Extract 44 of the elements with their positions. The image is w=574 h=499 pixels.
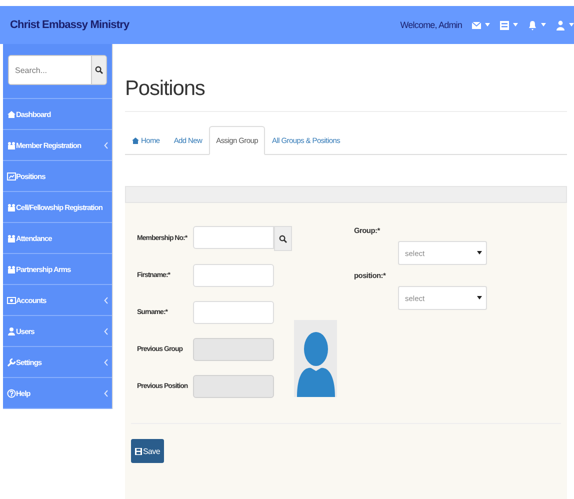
envelope-icon — [471, 20, 482, 30]
caret-icon — [569, 23, 574, 27]
envelope-menu-button[interactable] — [471, 20, 490, 30]
input-field[interactable] — [193, 226, 274, 249]
people-icon — [7, 202, 16, 212]
home-icon — [132, 137, 139, 144]
caret-icon — [541, 23, 546, 27]
list-menu-button[interactable] — [499, 20, 518, 30]
search-icon — [279, 234, 287, 242]
help-icon — [7, 388, 16, 398]
wrench-icon — [7, 358, 16, 366]
save-button[interactable]: Save — [131, 439, 164, 463]
search-button[interactable] — [274, 226, 292, 251]
chevron-icon — [104, 358, 108, 366]
chevron-icon — [104, 390, 108, 396]
brand-title[interactable]: Christ Embassy Ministry — [10, 19, 130, 31]
user-icon — [555, 20, 566, 30]
welcome-text: Welcome, Admin — [400, 20, 462, 30]
chevron-icon — [104, 328, 108, 334]
user-menu-button[interactable] — [555, 20, 574, 30]
money-icon — [7, 296, 16, 304]
page-title: Positions — [125, 77, 567, 112]
user-icon — [7, 326, 16, 336]
input-field[interactable] — [193, 264, 274, 287]
bell-menu-button[interactable] — [527, 20, 546, 30]
caret-icon — [477, 251, 482, 255]
caret-icon — [477, 296, 482, 300]
list-icon — [499, 20, 510, 30]
search-icon — [95, 66, 103, 74]
search-field[interactable]: Search... — [8, 55, 107, 85]
chevron-icon — [104, 296, 108, 304]
person-icon — [296, 331, 336, 397]
caret-icon — [485, 23, 490, 27]
floppy-icon — [135, 448, 142, 454]
input-field[interactable] — [193, 301, 274, 324]
chevron-icon — [104, 142, 108, 148]
people-icon — [7, 264, 16, 274]
home-icon — [7, 110, 16, 118]
people-icon — [7, 234, 16, 242]
bell-icon — [527, 20, 538, 30]
caret-icon — [513, 23, 518, 27]
search-button[interactable] — [91, 56, 106, 84]
people-icon — [7, 140, 16, 150]
chart-icon — [7, 172, 16, 180]
